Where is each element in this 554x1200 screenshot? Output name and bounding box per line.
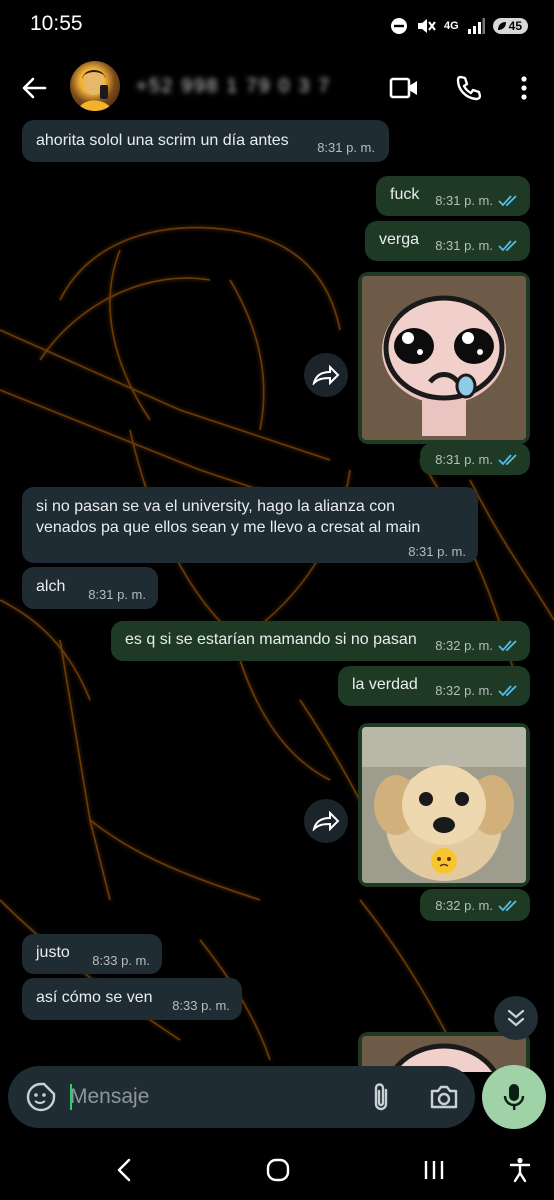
message-incoming[interactable]: justo 8:33 p. m. [22,934,162,974]
text-caret [70,1084,72,1110]
forward-button[interactable] [304,799,348,843]
message-incoming[interactable]: si no pasan se va el university, hago la… [22,487,478,563]
nav-recents-button[interactable] [412,1150,456,1190]
message-time: 8:31 p. m. [435,238,493,253]
paperclip-icon [374,1083,388,1111]
video-call-icon [389,77,417,99]
voice-message-button[interactable] [482,1065,546,1129]
mic-icon [503,1084,525,1110]
message-outgoing[interactable]: es q si se estarían mamando si no pasan … [111,621,530,661]
contact-avatar[interactable] [70,61,120,111]
message-incoming[interactable]: alch 8:31 p. m. [22,567,158,609]
read-ticks-icon [498,453,517,465]
nav-home-button[interactable] [256,1150,300,1190]
camera-icon [430,1085,458,1109]
more-options-button[interactable] [508,68,540,108]
puppy-pleading-sticker [362,727,526,883]
message-input[interactable] [70,1077,340,1117]
message-meta: 8:32 p. m. [435,683,520,698]
scroll-to-bottom-button[interactable] [494,996,538,1040]
message-time: 8:31 p. m. [435,193,493,208]
message-composer [8,1066,475,1128]
sticker-message[interactable] [358,723,530,887]
sticker-meta-pill: 8:31 p. m. [420,443,530,475]
camera-button[interactable] [426,1080,462,1114]
read-ticks-icon [498,239,517,251]
video-call-button[interactable] [384,68,424,108]
contact-name[interactable]: +52 998 1 79 0 3 7 [136,76,331,98]
read-ticks-icon [498,194,517,206]
message-meta: 8:31 p. m. [435,238,520,253]
message-text: así cómo se ven [36,989,153,1006]
read-ticks-icon [498,639,517,651]
accessibility-icon [509,1157,531,1183]
message-incoming[interactable]: así cómo se ven 8:33 p. m. [22,978,242,1020]
message-text: es q si se estarían mamando si no pasan [125,631,417,648]
message-text: ahorita solol una scrim un día antes [36,132,289,149]
voice-call-button[interactable] [448,68,488,108]
message-time: 8:32 p. m. [435,683,493,698]
back-arrow-icon [22,77,47,99]
message-time: 8:31 p. m. [408,544,466,559]
message-meta: 8:31 p. m. [435,452,520,467]
message-time: 8:33 p. m. [92,953,150,968]
sticker-message[interactable] [358,272,530,444]
signal-icon [467,18,485,34]
accessibility-button[interactable] [498,1150,542,1190]
system-navigation-bar [0,1136,554,1200]
status-icons: 4G 45 [390,14,528,38]
message-text-line1: si no pasan se va el university, hago la… [36,498,396,515]
message-meta: 8:32 p. m. [435,638,520,653]
chat-header: +52 998 1 79 0 3 7 [0,52,554,124]
forward-icon [312,811,340,831]
sticker-button[interactable] [24,1080,58,1114]
message-outgoing[interactable]: la verdad 8:32 p. m. [338,666,530,706]
message-meta: 8:31 p. m. [435,193,520,208]
sticker-icon [26,1082,56,1112]
message-time: 8:32 p. m. [435,898,493,913]
message-time: 8:33 p. m. [172,998,230,1013]
nav-back-icon [117,1158,131,1182]
message-text: la verdad [352,676,418,693]
forward-button[interactable] [304,353,348,397]
network-type: 4G [443,20,459,32]
message-incoming[interactable]: ahorita solol una scrim un día antes 8:3… [22,120,389,162]
back-button[interactable] [14,68,54,108]
nav-recents-icon [424,1161,444,1179]
do-not-disturb-icon [390,18,407,34]
nav-home-icon [266,1158,290,1182]
message-time: 8:32 p. m. [435,638,493,653]
nav-back-button[interactable] [102,1150,146,1190]
read-ticks-icon [498,899,517,911]
message-time: 8:31 p. m. [88,587,146,602]
forward-icon [312,365,340,385]
message-text: alch [36,578,66,595]
avatar-photo [78,70,112,111]
message-time: 8:31 p. m. [435,452,493,467]
message-text: fuck [390,186,420,203]
message-text: justo [36,944,70,961]
mute-icon [417,19,436,33]
crying-isaac-sticker [362,276,526,440]
message-time: 8:31 p. m. [317,140,375,155]
phone-icon [456,75,481,101]
message-outgoing[interactable]: fuck 8:31 p. m. [376,176,530,216]
message-meta: 8:32 p. m. [435,898,520,913]
read-ticks-icon [498,684,517,696]
status-bar: 10:55 4G 45 [0,0,554,52]
message-outgoing[interactable]: verga 8:31 p. m. [365,221,530,261]
battery-saver-icon [497,22,506,30]
sticker-meta-pill: 8:32 p. m. [420,889,530,921]
message-text-line2: venados pa que ellos sean y me llevo a c… [36,519,421,536]
more-vert-icon [521,76,527,100]
battery-level: 45 [508,19,522,33]
status-time: 10:55 [30,12,83,35]
battery-indicator: 45 [492,18,528,34]
attach-button[interactable] [364,1080,398,1114]
message-text: verga [379,231,420,248]
chevron-double-down-icon [507,1009,525,1027]
